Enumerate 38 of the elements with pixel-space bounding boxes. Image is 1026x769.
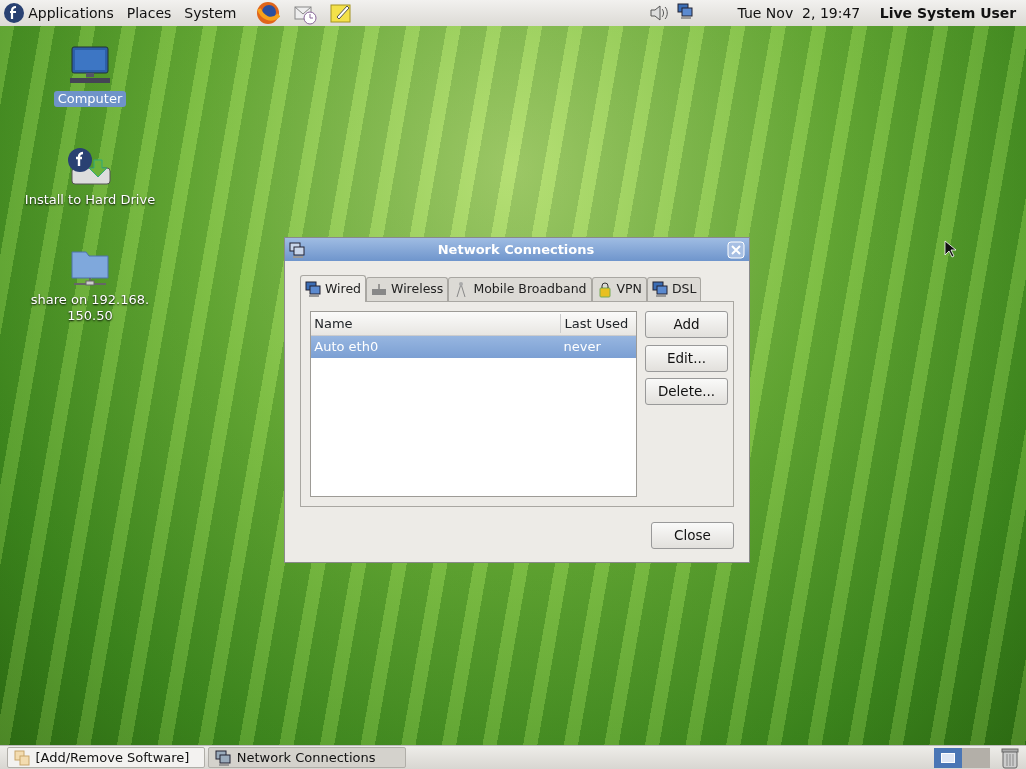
close-button[interactable]: Close: [651, 522, 734, 549]
column-header[interactable]: Name: [311, 313, 561, 334]
menu-item[interactable]: Places: [126, 2, 172, 24]
clock[interactable]: Tue Nov 2, 19:47: [737, 2, 861, 24]
dialog-button[interactable]: Add: [645, 311, 728, 338]
menu-item[interactable]: System: [184, 2, 237, 24]
workspace[interactable]: [933, 747, 962, 768]
workspace[interactable]: [961, 747, 990, 768]
icon-label[interactable]: share on 192.168. 150.50: [26, 292, 154, 325]
router-icon: [371, 281, 388, 298]
window-icon: [289, 241, 305, 258]
mouse-pointer-icon: [944, 240, 956, 258]
logo-icon: [3, 2, 26, 24]
taskbar-button[interactable]: Network Connections: [207, 747, 406, 768]
close-icon[interactable]: [727, 240, 745, 259]
user-name[interactable]: Live System User: [879, 2, 1017, 24]
dialog-button[interactable]: Delete...: [645, 378, 728, 405]
icon-label[interactable]: Install to Hard Drive: [20, 192, 160, 209]
globe-icon[interactable]: [256, 1, 280, 25]
column-header[interactable]: Last Used: [560, 313, 636, 334]
trash-icon[interactable]: [999, 746, 1020, 769]
speaker-icon[interactable]: [648, 3, 671, 23]
note-icon[interactable]: [330, 2, 352, 24]
package-icon: [13, 749, 30, 766]
monitor-icon: [651, 281, 668, 298]
dialog-button[interactable]: Edit...: [645, 344, 728, 372]
tab[interactable]: DSL: [646, 277, 702, 301]
tab[interactable]: Wired: [300, 275, 367, 302]
window-title: Network Connections: [436, 240, 596, 259]
padlock-icon: [596, 281, 613, 298]
tab[interactable]: Mobile Broadband: [448, 277, 592, 301]
tab[interactable]: Wireless: [366, 277, 449, 301]
monitor-icon: [305, 280, 321, 298]
menu-item[interactable]: Applications: [28, 2, 114, 24]
taskbar-button[interactable]: [Add/Remove Software]: [6, 747, 205, 768]
installer-icon[interactable]: [66, 146, 114, 186]
tab[interactable]: VPN: [591, 277, 647, 301]
window-icon: [214, 749, 231, 766]
